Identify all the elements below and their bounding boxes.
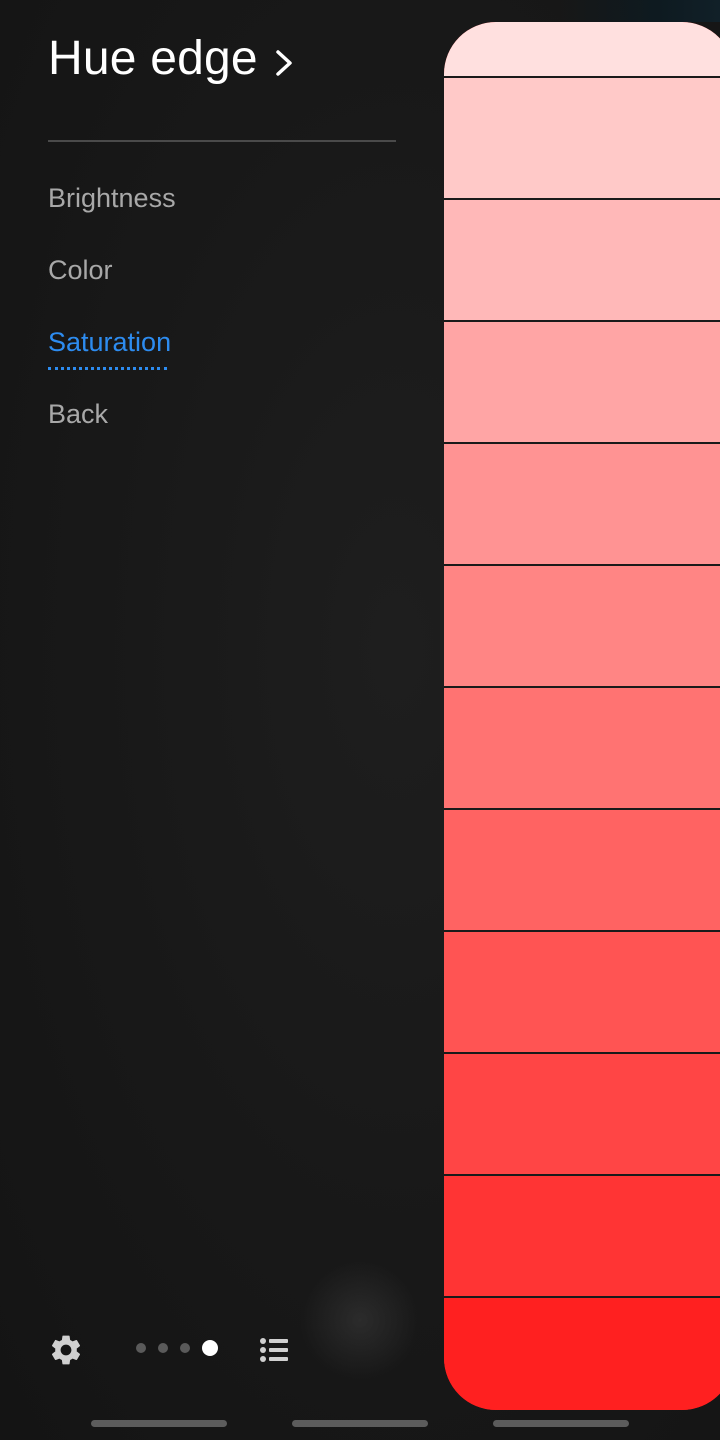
color-swatch[interactable] [444, 566, 720, 688]
gear-icon[interactable] [48, 1332, 84, 1368]
color-swatch[interactable] [444, 200, 720, 322]
chevron-right-icon [276, 50, 292, 76]
color-swatch[interactable] [444, 444, 720, 566]
color-swatch[interactable] [444, 1176, 720, 1298]
page-indicator [136, 1340, 218, 1356]
nav-handle-center[interactable] [292, 1420, 428, 1427]
color-swatch[interactable] [444, 78, 720, 200]
page-title-text: Hue edge [48, 31, 258, 85]
menu-item-back[interactable]: Back [48, 378, 388, 450]
color-swatch[interactable] [444, 810, 720, 932]
list-icon[interactable] [258, 1334, 290, 1366]
color-swatch[interactable] [444, 1298, 720, 1410]
menu-item-label: Back [48, 398, 109, 429]
menu-list: Brightness Color Saturation Back [48, 162, 388, 450]
menu-item-saturation[interactable]: Saturation [48, 306, 388, 378]
color-swatch[interactable] [444, 322, 720, 444]
menu-item-label: Color [48, 254, 113, 285]
page-title[interactable]: Hue edge [48, 26, 296, 90]
menu-item-brightness[interactable]: Brightness [48, 162, 388, 234]
nav-handle-left[interactable] [91, 1420, 227, 1427]
color-swatch[interactable] [444, 1054, 720, 1176]
divider [48, 140, 396, 142]
navigation-bar [0, 1420, 720, 1430]
page-dot-active[interactable] [202, 1340, 218, 1356]
menu-item-label: Saturation [48, 326, 172, 370]
color-swatch[interactable] [444, 22, 720, 78]
page-dot[interactable] [136, 1343, 146, 1353]
color-swatch[interactable] [444, 932, 720, 1054]
nav-handle-right[interactable] [493, 1420, 629, 1427]
bottom-bar [0, 1322, 440, 1378]
saturation-swatch-panel [444, 22, 720, 1410]
color-swatch[interactable] [444, 688, 720, 810]
page-dot[interactable] [180, 1343, 190, 1353]
page-dot[interactable] [158, 1343, 168, 1353]
background-tint [560, 0, 720, 22]
menu-item-label: Brightness [48, 182, 176, 213]
menu-item-color[interactable]: Color [48, 234, 388, 306]
screen: Hue edge Brightness Color Saturation Bac… [0, 0, 720, 1440]
